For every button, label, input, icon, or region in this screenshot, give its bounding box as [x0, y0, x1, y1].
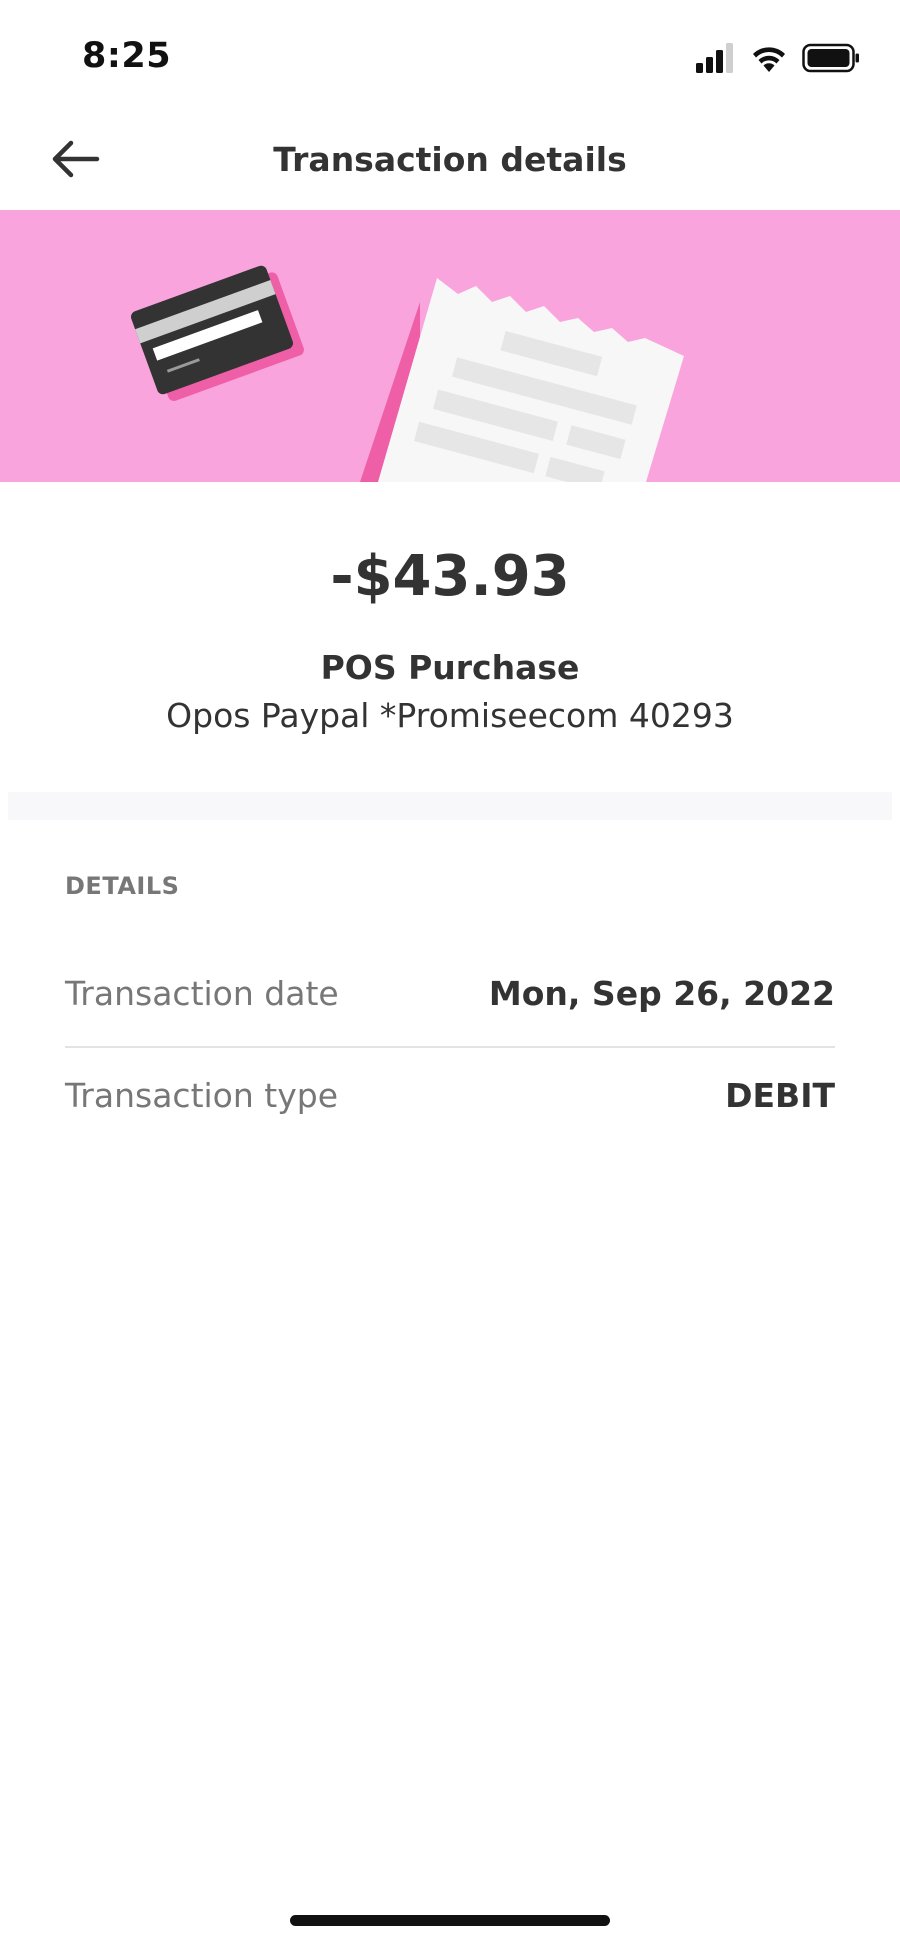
cellular-signal-icon	[696, 43, 733, 73]
battery-icon	[802, 43, 859, 73]
status-bar: 8:25	[0, 0, 900, 110]
banner-illustration	[0, 210, 900, 482]
receipt-icon	[360, 278, 684, 482]
credit-card-icon	[130, 265, 304, 401]
detail-row-transaction-date: Transaction date Mon, Sep 26, 2022	[65, 946, 835, 1048]
wifi-icon	[753, 47, 785, 72]
section-divider	[8, 792, 892, 820]
home-indicator[interactable]	[290, 1915, 610, 1926]
page-title: Transaction details	[273, 140, 627, 179]
detail-label: Transaction date	[65, 974, 339, 1013]
transaction-title: POS Purchase	[320, 648, 580, 687]
detail-label: Transaction type	[65, 1076, 338, 1115]
detail-row-transaction-type: Transaction type DEBIT	[65, 1048, 835, 1148]
status-time: 8:25	[82, 36, 172, 76]
status-icons	[696, 40, 860, 76]
nav-bar: Transaction details	[0, 110, 900, 210]
detail-value: Mon, Sep 26, 2022	[488, 974, 835, 1013]
transaction-amount: -$43.93	[330, 544, 570, 609]
transaction-summary: -$43.93 POS Purchase Opos Paypal *Promis…	[0, 482, 900, 792]
transaction-details-screen: 8:25 Transaction details -$43.93 POS Pur…	[0, 0, 900, 1947]
detail-value: DEBIT	[725, 1076, 835, 1115]
transaction-merchant: Opos Paypal *Promiseecom 40293	[166, 696, 734, 735]
banner-art	[130, 265, 684, 482]
details-heading: DETAILS	[65, 872, 180, 900]
